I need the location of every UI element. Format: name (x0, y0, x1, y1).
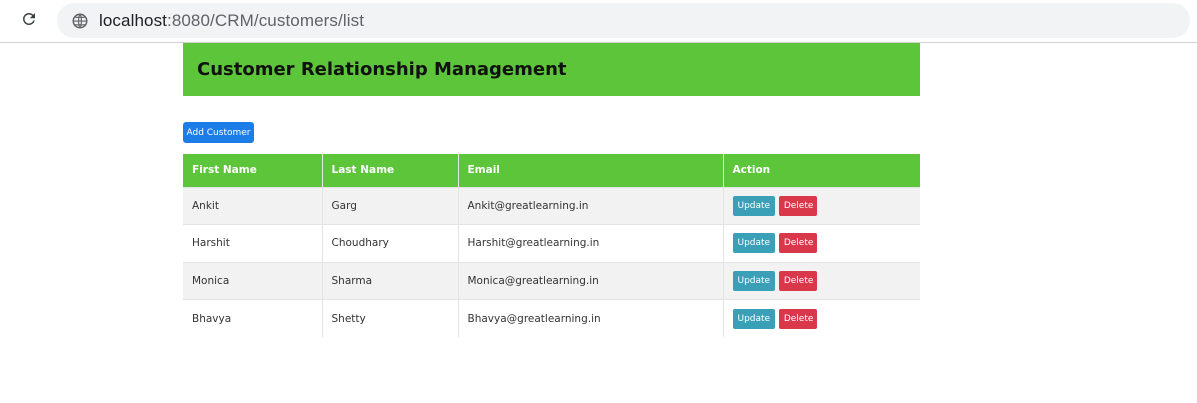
table-row: Bhavya Shetty Bhavya@greatlearning.in Up… (183, 299, 920, 338)
update-button[interactable]: Update (732, 308, 775, 329)
delete-button[interactable]: Delete (778, 233, 817, 254)
update-button[interactable]: Update (732, 270, 775, 291)
cell-last-name: Shetty (322, 299, 459, 337)
app-header: Customer Relationship Management (183, 43, 920, 96)
cell-action: Update Delete (723, 187, 920, 225)
cell-first-name: Monica (183, 262, 323, 300)
site-info-icon[interactable] (70, 11, 90, 31)
cell-email: Monica@greatlearning.in (458, 262, 724, 300)
cell-email: Harshit@greatlearning.in (458, 224, 724, 262)
update-button[interactable]: Update (732, 195, 775, 216)
cell-action: Update Delete (723, 225, 920, 263)
add-customer-button[interactable]: Add Customer (183, 122, 254, 143)
column-header-first-name: First Name (183, 154, 323, 187)
cell-email: Bhavya@greatlearning.in (458, 299, 724, 337)
delete-button[interactable]: Delete (778, 270, 817, 291)
url-host: localhost (99, 10, 167, 30)
cell-action: Update Delete (723, 262, 920, 300)
cell-last-name: Sharma (322, 262, 459, 300)
cell-first-name: Ankit (183, 187, 323, 225)
customers-table: First Name Last Name Email Action Ankit … (183, 154, 920, 337)
cell-last-name: Garg (322, 187, 459, 225)
cell-action: Update Delete (723, 300, 920, 338)
page-title: Customer Relationship Management (197, 59, 567, 80)
reload-icon (20, 10, 38, 33)
address-bar[interactable]: localhost:8080/CRM/customers/list (57, 3, 1190, 38)
url-path: :8080/CRM/customers/list (167, 10, 365, 30)
url-text: localhost:8080/CRM/customers/list (99, 11, 364, 31)
table-row: Harshit Choudhary Harshit@greatlearning.… (183, 224, 920, 263)
browser-toolbar: localhost:8080/CRM/customers/list (0, 0, 1197, 43)
table-header-row: First Name Last Name Email Action (183, 154, 920, 187)
delete-button[interactable]: Delete (778, 195, 817, 216)
cell-email: Ankit@greatlearning.in (458, 187, 724, 225)
cell-first-name: Bhavya (183, 299, 323, 337)
page-content: Customer Relationship Management Add Cus… (183, 43, 920, 343)
delete-button[interactable]: Delete (778, 308, 817, 329)
column-header-last-name: Last Name (322, 154, 459, 187)
column-header-email: Email (458, 154, 724, 187)
cell-last-name: Choudhary (322, 224, 459, 262)
table-row: Monica Sharma Monica@greatlearning.in Up… (183, 262, 920, 300)
table-row: Ankit Garg Ankit@greatlearning.in Update… (183, 187, 920, 225)
reload-button[interactable] (14, 7, 44, 35)
cell-first-name: Harshit (183, 224, 323, 262)
column-header-action: Action (732, 164, 771, 177)
update-button[interactable]: Update (732, 233, 775, 254)
